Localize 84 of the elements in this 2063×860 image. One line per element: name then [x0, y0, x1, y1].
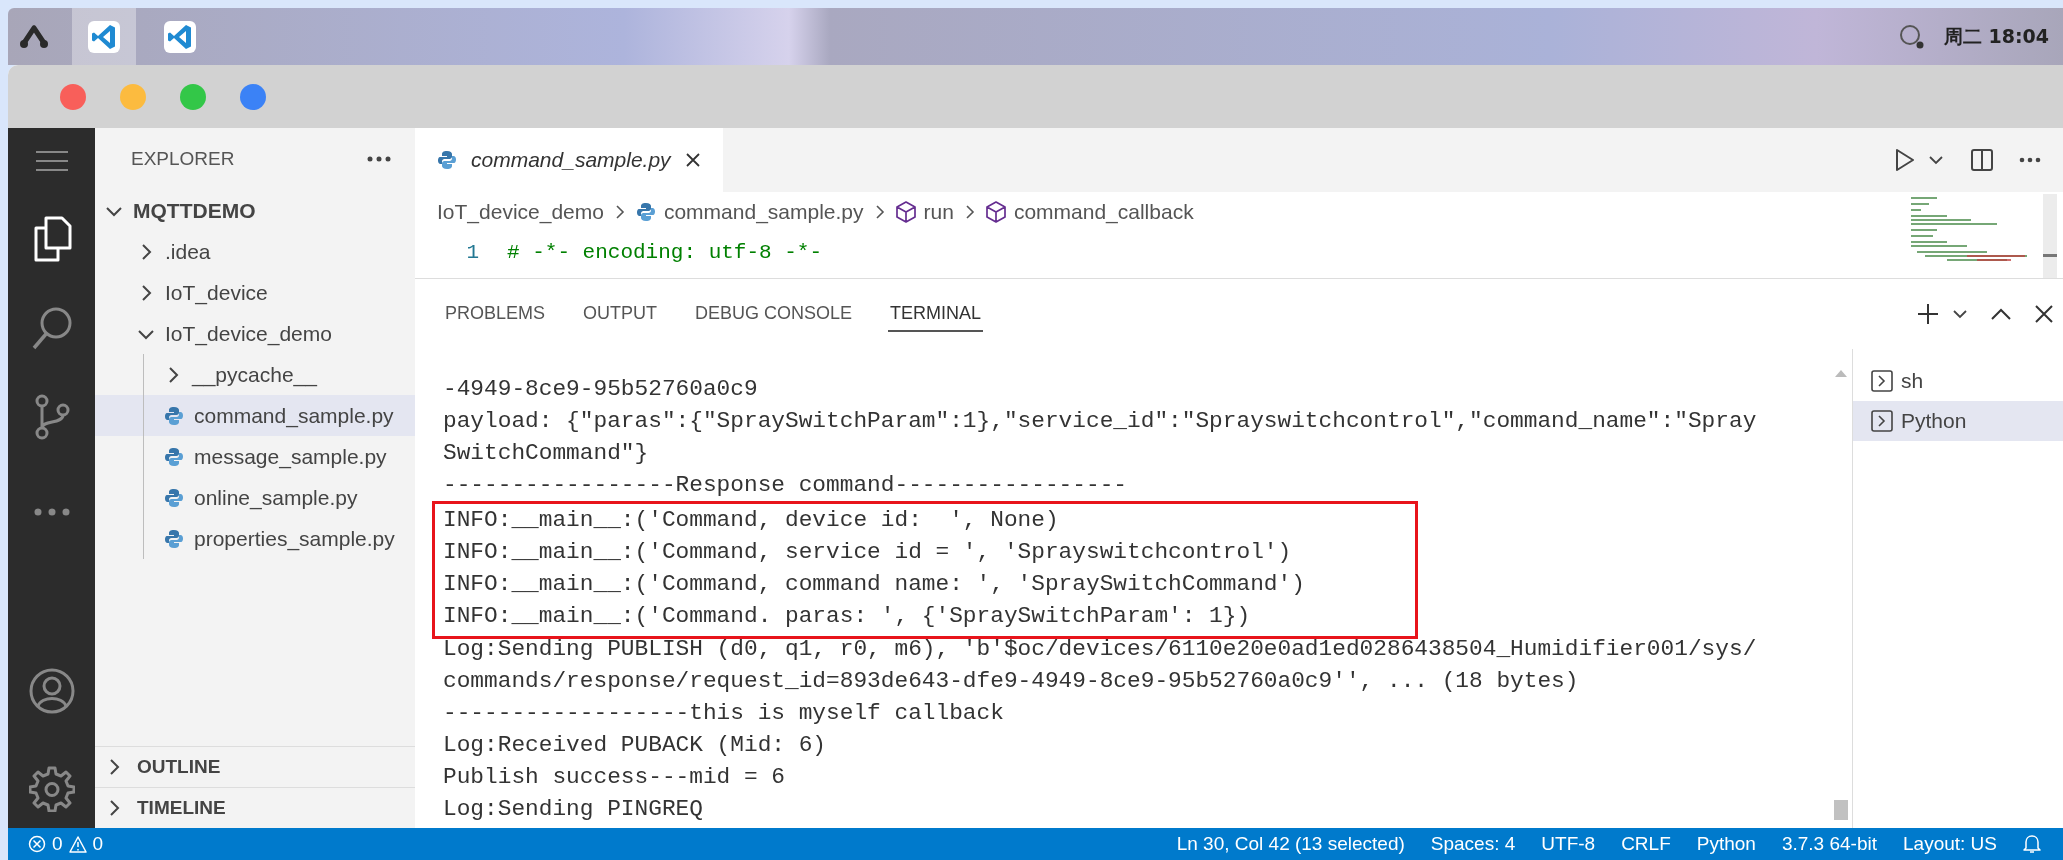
tree-item[interactable]: message_sample.py — [95, 436, 415, 477]
app-icon[interactable] — [88, 20, 120, 53]
search-icon[interactable] — [1897, 22, 1926, 51]
status-item[interactable]: Ln 30, Col 42 (13 selected) — [1176, 833, 1405, 855]
breadcrumb-item[interactable]: IoT_device_demo — [437, 200, 604, 224]
terminal-line: Publish success---mid = 6 — [443, 763, 786, 792]
panel-tab[interactable]: OUTPUT — [581, 296, 660, 332]
terminal-icon — [1871, 410, 1893, 432]
account-icon[interactable] — [28, 668, 75, 714]
chevron-right-icon — [963, 204, 976, 220]
terminal-line: INFO:__main__:('Command, command name: ', 'SpraySwitchCommand') — [443, 570, 1305, 599]
warning-icon — [68, 835, 87, 853]
close-icon[interactable] — [2035, 305, 2053, 323]
panel-tab[interactable]: TERMINAL — [888, 296, 984, 332]
tree-item[interactable]: online_sample.py — [95, 477, 415, 518]
close-icon[interactable] — [684, 152, 701, 168]
terminal-item[interactable]: Python — [1853, 401, 2063, 441]
window-control[interactable] — [240, 83, 266, 110]
problems-indicator[interactable]: 0 0 — [28, 833, 104, 855]
source-control-icon[interactable] — [33, 394, 70, 440]
terminal-line: -----------------Response command----------------- — [443, 471, 1129, 500]
status-item[interactable]: Layout: US — [1903, 833, 1997, 855]
menu-icon[interactable] — [34, 150, 69, 172]
chevron-down-icon[interactable] — [1953, 309, 1967, 319]
python-icon — [164, 528, 184, 549]
chevron-right-icon — [873, 204, 886, 220]
python-icon — [437, 150, 457, 170]
terminal-line: Log:Sending PINGREQ — [443, 795, 704, 824]
terminal-line: INFO:__main__:('Command, device id: ', None) — [443, 506, 1060, 535]
python-icon — [164, 405, 184, 426]
chevron-right-icon — [613, 204, 626, 220]
panel-tab[interactable]: DEBUG CONSOLE — [693, 296, 855, 332]
terminal-line: payload: {"paras":{"SpraySwitchParam":1},"service_id":"Sprayswitchcontrol","command_name":"Spray — [443, 407, 1758, 436]
breadcrumb-item[interactable]: command_sample.py — [663, 200, 864, 224]
plus-icon[interactable] — [1917, 303, 1939, 325]
status-item[interactable]: Spaces: 4 — [1430, 833, 1516, 855]
editor-tab[interactable]: command_sample.py — [415, 128, 723, 192]
search-icon[interactable] — [30, 306, 73, 350]
more-icon[interactable] — [367, 156, 391, 162]
more-icon[interactable] — [33, 508, 70, 516]
chevron-down-icon[interactable] — [1929, 155, 1943, 165]
scrollbar-thumb[interactable] — [1834, 800, 1848, 820]
status-item[interactable]: CRLF — [1621, 833, 1671, 855]
status-item[interactable]: UTF-8 — [1541, 833, 1596, 855]
terminal-line: Log:Sending PUBLISH (d0, q1, r0, m6), 'b'$oc/devices/6110e20e0ad1ed0286438504_Humidifier001/sys/ — [443, 635, 1758, 664]
bell-icon[interactable] — [2023, 834, 2041, 854]
error-icon — [28, 835, 46, 853]
terminal-line: -4949-8ce9-95b52760a0c9 — [443, 375, 759, 404]
status-item[interactable]: 3.7.3 64-bit — [1781, 833, 1877, 855]
line-number: 1 — [465, 240, 480, 264]
python-icon — [635, 202, 656, 222]
status-item[interactable]: Python — [1696, 833, 1756, 855]
clock: 周二 18:04 — [1943, 23, 2049, 49]
cube-icon — [895, 201, 916, 223]
tree-item[interactable]: .idea — [95, 231, 415, 272]
python-icon — [164, 487, 184, 508]
python-icon — [164, 446, 184, 467]
terminal-item[interactable]: sh — [1853, 361, 2063, 401]
explorer-title: EXPLORER — [131, 148, 235, 170]
split-editor-icon[interactable] — [1971, 149, 1993, 171]
more-icon[interactable] — [2019, 157, 2041, 163]
breadcrumb-item[interactable]: command_callback — [1013, 200, 1194, 224]
terminal-line: INFO:__main__:('Command. paras: ', {'SpraySwitchParam': 1}) — [443, 602, 1252, 631]
chevron-up-icon[interactable] — [1991, 308, 2011, 320]
app-icon[interactable] — [164, 20, 196, 53]
terminal-line: commands/response/request_id=893de643-dfe9-4949-8ce9-95b52760a0c9'', ... (18 bytes) — [443, 667, 1580, 696]
tree-item[interactable]: IoT_device_demo — [95, 313, 415, 354]
terminal-line: Log:Received PUBACK (Mid: 6) — [443, 731, 828, 760]
cube-icon — [985, 201, 1006, 223]
tree-item[interactable]: MQTTDEMO — [95, 190, 415, 231]
breadcrumb-item[interactable]: run — [923, 200, 954, 224]
run-icon[interactable] — [1895, 149, 1915, 171]
settings-icon[interactable] — [28, 766, 75, 812]
section-header[interactable]: OUTLINE — [95, 746, 415, 787]
panel-tab[interactable]: PROBLEMS — [443, 296, 548, 332]
tree-item[interactable]: command_sample.py — [95, 395, 415, 436]
terminal-line: SwitchCommand"} — [443, 439, 650, 468]
launcher-icon[interactable] — [18, 24, 50, 49]
code-line: # -*- encoding: utf-8 -*- — [507, 240, 823, 264]
tree-item[interactable]: IoT_device — [95, 272, 415, 313]
terminal-icon — [1871, 370, 1893, 392]
tree-item[interactable]: properties_sample.py — [95, 518, 415, 559]
terminal-line: ------------------this is myself callback — [443, 699, 1005, 728]
terminal-line: INFO:__main__:('Command, service id = ', 'Sprayswitchcontrol') — [443, 538, 1293, 567]
